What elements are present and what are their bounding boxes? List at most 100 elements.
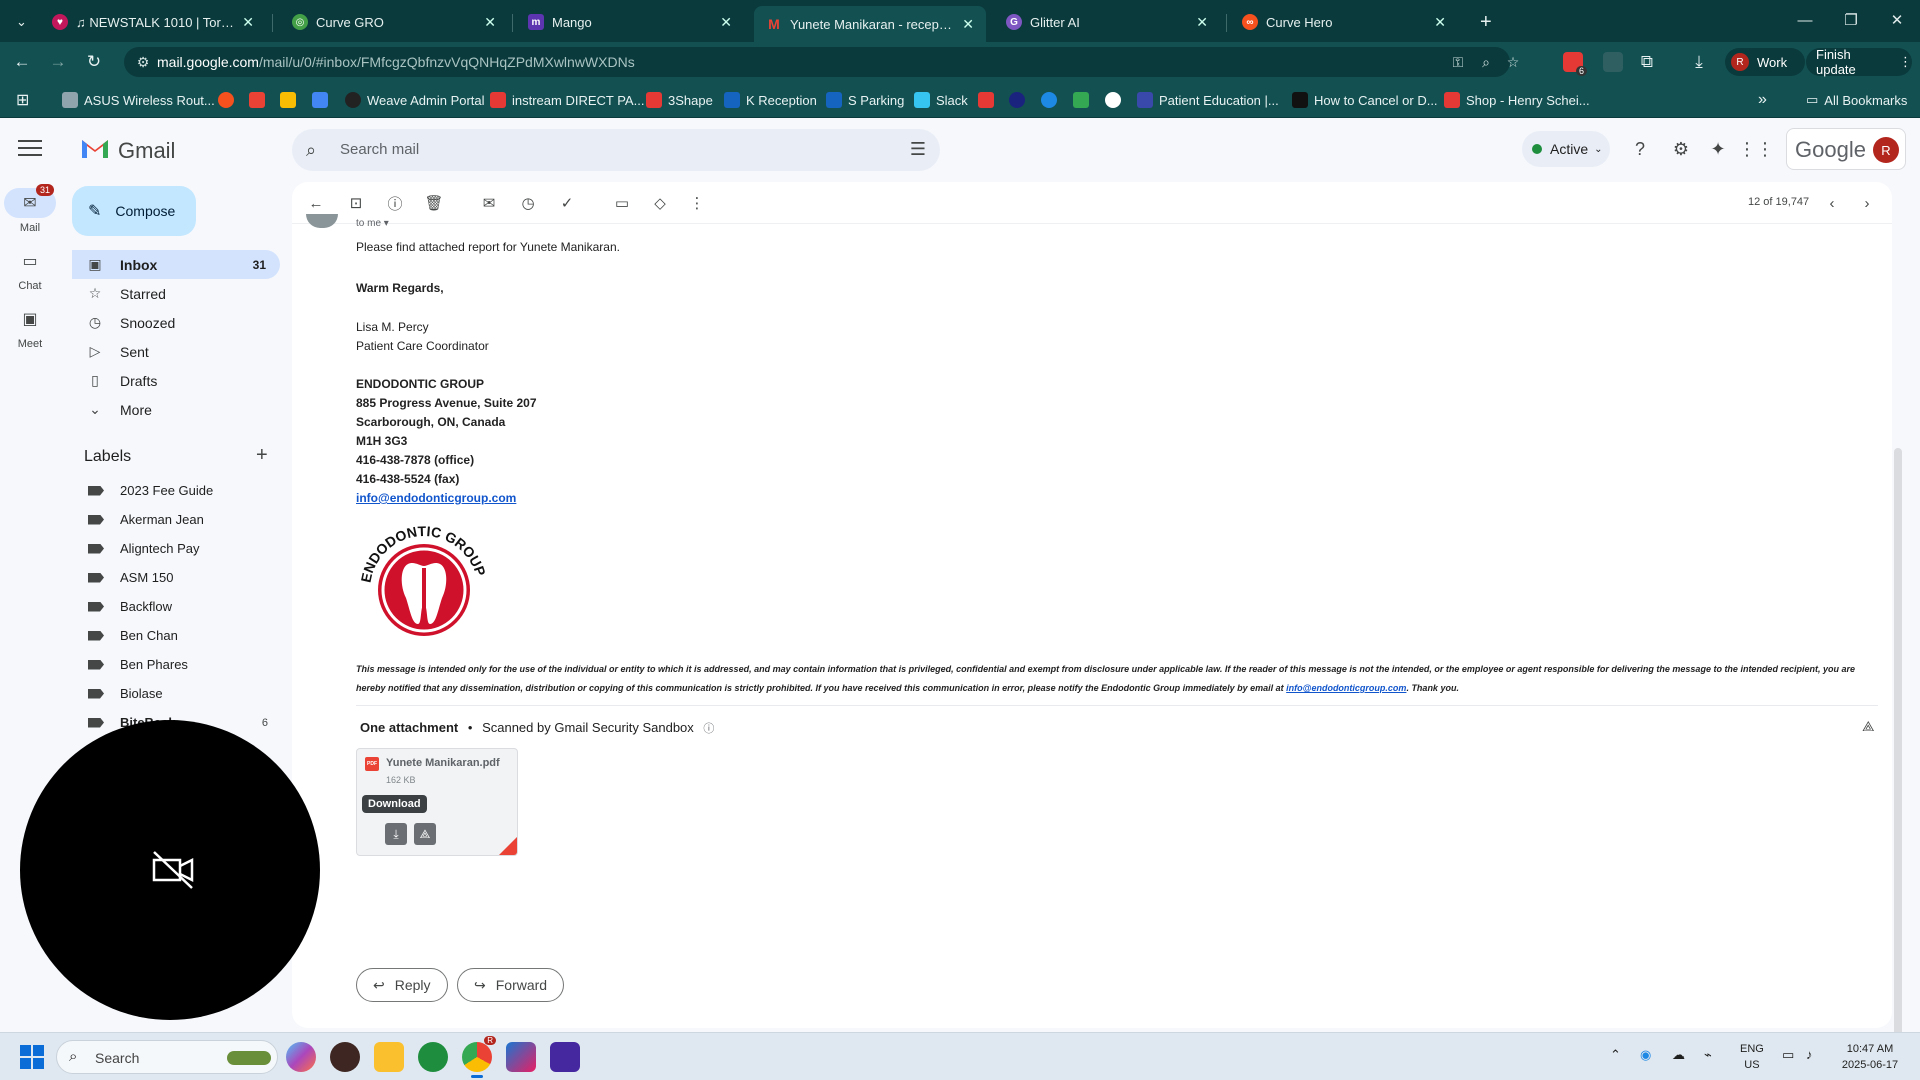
gemini-sparkle-icon[interactable]: ✦: [1707, 138, 1729, 160]
app-green-icon[interactable]: [418, 1042, 448, 1072]
bookmark-icon-3[interactable]: [280, 90, 302, 110]
signature-email-link[interactable]: info@endodonticgroup.com: [356, 491, 516, 505]
close-icon[interactable]: ✕: [1196, 14, 1208, 31]
bookmark-icon-12[interactable]: [1009, 90, 1031, 110]
forward-button[interactable]: ↪ Forward: [457, 968, 565, 1002]
tray-sync-icon[interactable]: ◉: [1640, 1047, 1651, 1063]
bookmark-instream[interactable]: instream DIRECT PA...: [490, 90, 644, 110]
extension-red-icon[interactable]: 6: [1563, 52, 1587, 76]
bookmark-3shape[interactable]: 3Shape: [646, 90, 713, 110]
status-chip[interactable]: Active ⌄: [1522, 131, 1610, 167]
onedrive-icon[interactable]: ☁: [1672, 1047, 1685, 1063]
label-item[interactable]: Ben Chan: [72, 621, 280, 650]
bookmark-icon-1[interactable]: [218, 90, 240, 110]
rail-mail[interactable]: ✉ 31 Mail: [4, 184, 56, 234]
bookmark-slack[interactable]: Slack: [914, 90, 968, 110]
taskbar-search[interactable]: ⌕ Search: [56, 1040, 278, 1074]
bookmark-icon-11[interactable]: [978, 90, 1000, 110]
nav-snoozed[interactable]: ◷ Snoozed: [72, 308, 280, 337]
label-item[interactable]: Biolase: [72, 679, 280, 708]
tab-curve-gro[interactable]: ◎ Curve GRO ✕: [280, 6, 508, 38]
bookmark-k-reception[interactable]: K Reception: [724, 90, 817, 110]
site-info-icon[interactable]: ⚙: [134, 53, 152, 71]
volume-icon[interactable]: ♪: [1806, 1047, 1813, 1062]
back-to-inbox-icon[interactable]: ←: [306, 193, 326, 213]
save-to-drive-icon[interactable]: ⟁: [414, 823, 436, 845]
label-item[interactable]: 2023 Fee Guide: [72, 476, 280, 505]
reply-button[interactable]: ↩ Reply: [356, 968, 448, 1002]
chrome-icon[interactable]: R: [462, 1036, 496, 1078]
copilot-icon[interactable]: [286, 1042, 316, 1072]
zoom-icon[interactable]: ⌕: [1477, 53, 1495, 71]
close-icon[interactable]: ✕: [720, 14, 732, 31]
tab-mango[interactable]: m Mango ✕: [516, 6, 744, 38]
tab-curve-hero[interactable]: ∞ Curve Hero ✕: [1230, 6, 1458, 38]
nav-sent[interactable]: ▷ Sent: [72, 337, 280, 366]
tray-overflow-icon[interactable]: ⌃: [1610, 1047, 1621, 1063]
newer-chevron-icon[interactable]: ‹: [1822, 193, 1842, 213]
nav-starred[interactable]: ☆ Starred: [72, 279, 280, 308]
older-chevron-icon[interactable]: ›: [1857, 193, 1877, 213]
all-bookmarks[interactable]: ▭ All Bookmarks: [1806, 90, 1907, 110]
close-window-button[interactable]: ✕: [1874, 0, 1920, 40]
rail-chat[interactable]: ▭ Chat: [4, 246, 56, 292]
display-icon[interactable]: ▭: [1782, 1047, 1794, 1063]
account-avatar[interactable]: R: [1873, 137, 1899, 163]
apps-grid-icon[interactable]: ⋮⋮: [1738, 138, 1774, 160]
snooze-icon[interactable]: ◷: [518, 193, 538, 213]
reload-button[interactable]: ↻: [82, 50, 106, 74]
bookmark-how-to-cancel[interactable]: How to Cancel or D...: [1292, 90, 1438, 110]
rail-meet[interactable]: ▣ Meet: [4, 304, 56, 350]
attachment-card[interactable]: PDF Yunete Manikaran.pdf 162 KB Download…: [356, 748, 518, 856]
add-label-icon[interactable]: +: [256, 444, 268, 467]
search-input[interactable]: Search mail: [340, 141, 419, 158]
app-purple-icon[interactable]: [550, 1042, 580, 1072]
close-icon[interactable]: ✕: [242, 14, 254, 31]
bookmark-s-parking[interactable]: S Parking: [826, 90, 904, 110]
forward-button[interactable]: →: [46, 50, 70, 74]
new-tab-button[interactable]: +: [1468, 6, 1498, 38]
label-item[interactable]: ASM 150: [72, 563, 280, 592]
back-button[interactable]: ←: [10, 50, 34, 74]
tab-gmail-active[interactable]: M Yunete Manikaran - reception@ ✕: [754, 6, 986, 42]
recipient-toggle[interactable]: to me ▾: [356, 218, 389, 229]
label-item[interactable]: Backflow: [72, 592, 280, 621]
bookmark-icon-15[interactable]: [1105, 90, 1127, 110]
disclaimer-email-link[interactable]: info@endodonticgroup.com: [1286, 683, 1406, 693]
bookmark-star-icon[interactable]: ☆: [1504, 53, 1522, 71]
label-item[interactable]: Ben Phares: [72, 650, 280, 679]
compose-button[interactable]: ✎ Compose: [72, 186, 196, 236]
language-indicator[interactable]: ENG US: [1740, 1041, 1764, 1073]
help-icon[interactable]: ?: [1629, 138, 1651, 160]
bookmark-asus[interactable]: ASUS Wireless Rout...: [62, 90, 215, 110]
archive-icon[interactable]: ⊡: [346, 193, 366, 213]
settings-gear-icon[interactable]: ⚙: [1670, 138, 1692, 160]
search-bar[interactable]: ⌕ Search mail ☰: [292, 129, 940, 171]
network-icon[interactable]: ⌁: [1704, 1047, 1712, 1063]
downloads-icon[interactable]: ⤓: [1689, 52, 1709, 72]
bookmark-weave[interactable]: Weave Admin Portal: [345, 90, 485, 110]
add-to-drive-icon[interactable]: ⟁: [1862, 718, 1875, 735]
bookmark-patient-education[interactable]: Patient Education |...: [1137, 90, 1279, 110]
tab-glitter-ai[interactable]: G Glitter AI ✕: [994, 6, 1220, 38]
close-icon[interactable]: ✕: [484, 14, 496, 31]
profile-chip[interactable]: R Work: [1725, 48, 1805, 76]
camera-off-bubble[interactable]: [20, 720, 320, 1020]
app-dark-icon[interactable]: [330, 1042, 360, 1072]
more-vert-icon[interactable]: ⋮: [687, 193, 707, 213]
close-icon[interactable]: ✕: [962, 16, 974, 33]
label-item[interactable]: Akerman Jean: [72, 505, 280, 534]
bookmarks-overflow-icon[interactable]: »: [1758, 90, 1767, 110]
system-clock[interactable]: 10:47 AM 2025-06-17: [1832, 1041, 1908, 1073]
nav-more[interactable]: ⌄ More: [72, 395, 280, 424]
windows-start-icon[interactable]: [20, 1045, 44, 1069]
password-key-icon[interactable]: ⚿: [1449, 53, 1467, 71]
restore-button[interactable]: ❐: [1828, 0, 1874, 40]
close-icon[interactable]: ✕: [1434, 14, 1446, 31]
minimize-button[interactable]: —: [1782, 0, 1828, 40]
nav-inbox[interactable]: ▣ Inbox 31: [72, 250, 280, 279]
delete-icon[interactable]: 🗑: [424, 193, 444, 213]
search-icon[interactable]: ⌕: [306, 140, 316, 161]
office-icon[interactable]: [506, 1042, 536, 1072]
finish-update-button[interactable]: Finish update ⋮: [1806, 47, 1912, 77]
